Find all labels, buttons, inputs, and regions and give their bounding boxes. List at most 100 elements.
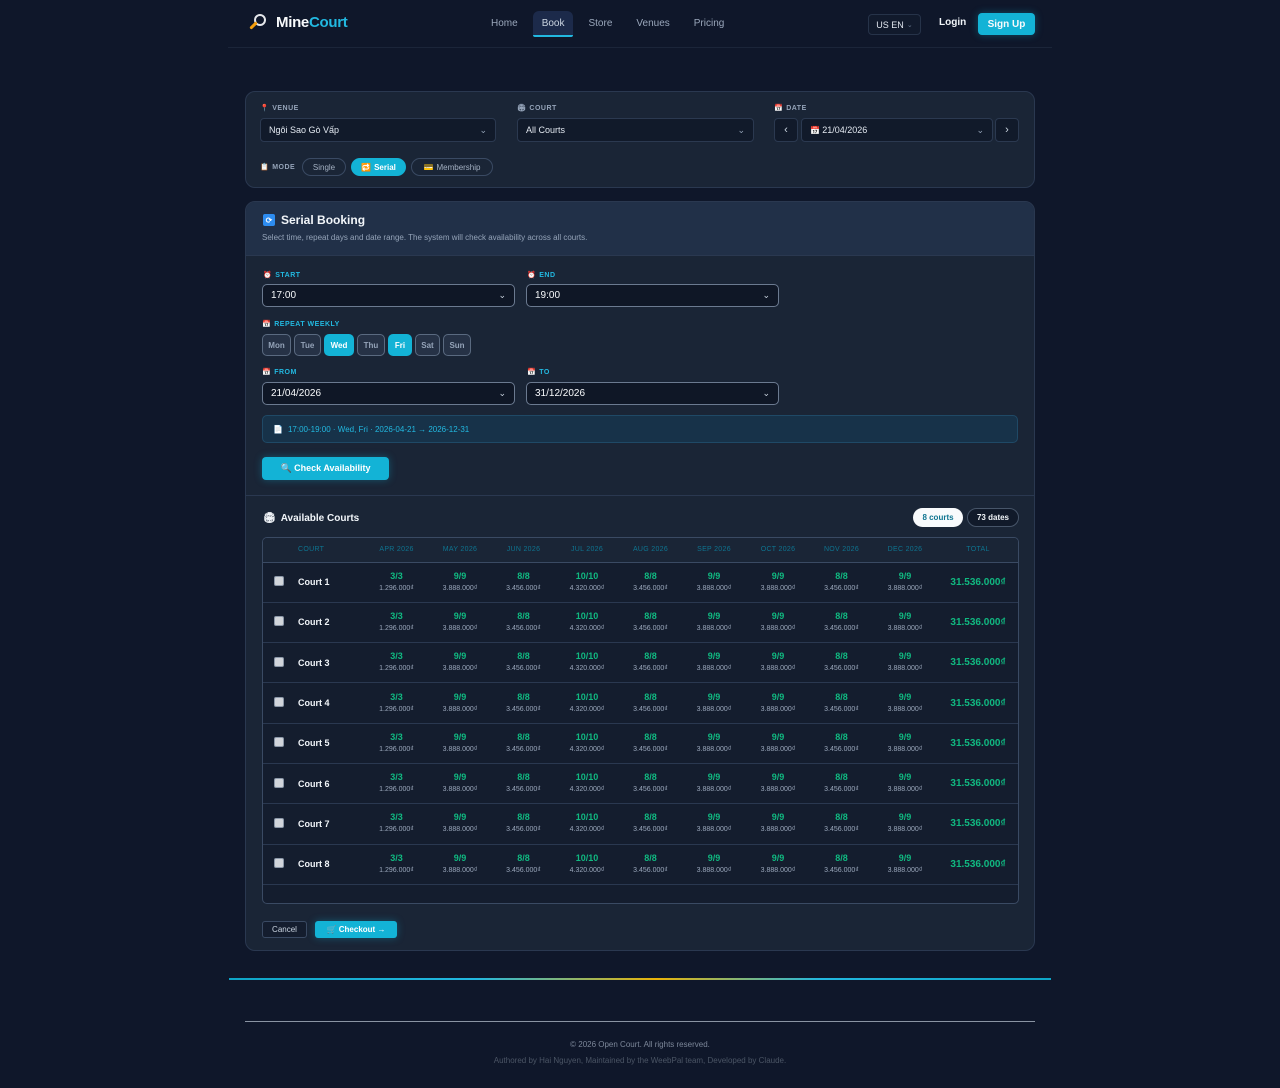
availability-ratio: 9/9 — [898, 651, 912, 662]
to-date-select[interactable]: 31/12/2026 ⌄ — [526, 382, 779, 405]
availability-ratio: 9/9 — [453, 691, 467, 702]
stadium-icon: 🏟 — [517, 105, 527, 112]
nav-pricing[interactable]: Pricing — [685, 11, 734, 37]
logo[interactable]: MineCourt — [248, 12, 348, 32]
court-checkbox[interactable] — [274, 697, 284, 708]
availability-ratio: 10/10 — [575, 772, 599, 783]
month-cell: 9/9 3.888.000₫ — [746, 602, 810, 644]
main-nav: Home Book Store Venues Pricing — [482, 11, 733, 37]
month-cell: 8/8 3.456.000₫ — [619, 602, 682, 644]
month-cell: 9/9 3.888.000₫ — [428, 844, 492, 885]
availability-ratio: 10/10 — [575, 812, 599, 823]
availability-ratio: 9/9 — [453, 731, 467, 742]
month-price: 3.888.000₫ — [442, 665, 478, 673]
month-cell: 10/10 4.320.000₫ — [555, 844, 619, 885]
month-cell: 10/10 4.320.000₫ — [555, 562, 619, 603]
start-time-select[interactable]: 17:00 ⌄ — [262, 284, 515, 307]
availability-ratio: 9/9 — [707, 852, 721, 863]
availability-ratio: 10/10 — [575, 610, 599, 621]
month-cell: 9/9 3.888.000₫ — [873, 763, 937, 805]
end-time-select[interactable]: 19:00 ⌄ — [526, 284, 779, 307]
nav-book[interactable]: Book — [532, 11, 574, 37]
day-sun[interactable]: Sun — [443, 334, 471, 356]
day-wed[interactable]: Wed — [324, 334, 354, 356]
month-price: 3.456.000₫ — [633, 584, 668, 592]
month-cell: 9/9 3.888.000₫ — [428, 682, 492, 724]
nav-store[interactable]: Store — [579, 11, 621, 37]
calendar-icon: 📅 — [810, 126, 823, 135]
month-price: 3.888.000₫ — [442, 584, 478, 592]
nav-venues[interactable]: Venues — [627, 11, 678, 37]
checkout-button[interactable]: 🛒 Checkout → — [315, 921, 397, 938]
month-cell: 9/9 3.888.000₫ — [873, 562, 937, 603]
table-row: Court 4 3/3 1.296.000₫ 9/9 3.888.000₫ 8/8 3.45… — [263, 682, 1018, 724]
availability-ratio: 10/10 — [575, 691, 599, 702]
month-price: 3.456.000₫ — [506, 745, 541, 753]
day-tue[interactable]: Tue — [294, 334, 321, 356]
court-checkbox[interactable] — [274, 817, 284, 828]
mode-membership[interactable]: 💳 Membership — [411, 158, 493, 176]
month-price: 3.456.000₫ — [633, 624, 668, 632]
login-link[interactable]: Login — [939, 17, 966, 28]
booking-filter-panel: 📍 VENUE Ngôi Sao Gò Vấp ⌄ 🏟 COURT All Cour… — [245, 91, 1035, 188]
month-cell: 9/9 3.888.000₫ — [682, 682, 746, 724]
mode-single[interactable]: Single — [302, 158, 346, 176]
court-checkbox[interactable] — [274, 777, 284, 788]
table-row: Court 1 3/3 1.296.000₫ 9/9 3.888.000₫ 8/8 3.45… — [263, 562, 1018, 603]
day-sat[interactable]: Sat — [415, 334, 440, 356]
row-select-cell — [263, 602, 295, 644]
stadium-icon: 🏟 — [263, 513, 276, 524]
court-checkbox[interactable] — [274, 858, 284, 869]
month-price: 3.888.000₫ — [696, 745, 732, 753]
court-checkbox[interactable] — [274, 576, 284, 587]
month-price: 3.456.000₫ — [506, 624, 541, 632]
court-checkbox[interactable] — [274, 656, 284, 667]
cancel-button[interactable]: Cancel — [262, 921, 307, 938]
mode-serial[interactable]: 🔁 Serial — [351, 158, 406, 176]
availability-ratio: 9/9 — [453, 812, 467, 823]
check-availability-button[interactable]: 🔍 Check Availability — [262, 457, 389, 480]
footer-copyright: © 2026 Open Court. All rights reserved. — [570, 1040, 710, 1049]
signup-button[interactable]: Sign Up — [978, 13, 1035, 35]
availability-ratio: 9/9 — [771, 610, 785, 621]
court-checkbox[interactable] — [274, 737, 284, 748]
court-select[interactable]: All Courts ⌄ — [517, 118, 754, 142]
language-selector[interactable]: US EN ⌄ — [868, 14, 921, 35]
repeat-icon: ⟳ — [263, 214, 275, 226]
availability-ratio: 9/9 — [771, 772, 785, 783]
date-select[interactable]: 📅 21/04/2026 ⌄ — [801, 118, 993, 142]
month-price: 3.888.000₫ — [442, 786, 478, 794]
availability-ratio: 8/8 — [835, 812, 848, 823]
column-header: COURT — [295, 538, 365, 563]
availability-ratio: 8/8 — [517, 772, 530, 783]
availability-ratio: 9/9 — [707, 772, 721, 783]
column-header: SEP 2026 — [682, 538, 746, 563]
prev-date-button[interactable]: ‹ — [774, 118, 798, 142]
month-cell: 8/8 3.456.000₫ — [492, 803, 555, 845]
availability-ratio: 9/9 — [898, 610, 912, 621]
row-total: 31.536.000₫ — [937, 844, 1018, 885]
month-price: 3.456.000₫ — [824, 786, 859, 794]
end-label: ⏰ END — [527, 271, 556, 280]
month-price: 3.888.000₫ — [887, 745, 923, 753]
from-date-select[interactable]: 21/04/2026 ⌄ — [262, 382, 515, 405]
availability-ratio: 10/10 — [575, 852, 599, 863]
month-price: 3.456.000₫ — [824, 745, 859, 753]
availability-ratio: 9/9 — [771, 852, 785, 863]
month-cell: 8/8 3.456.000₫ — [492, 642, 555, 684]
start-time-value: 17:00 — [271, 290, 297, 301]
month-cell: 9/9 3.888.000₫ — [873, 844, 937, 885]
next-date-button[interactable]: › — [995, 118, 1019, 142]
day-thu[interactable]: Thu — [357, 334, 385, 356]
month-cell: 8/8 3.456.000₫ — [810, 642, 873, 684]
month-cell: 9/9 3.888.000₫ — [746, 562, 810, 603]
month-price: 3.888.000₫ — [760, 584, 796, 592]
day-mon[interactable]: Mon — [262, 334, 291, 356]
court-checkbox[interactable] — [274, 616, 284, 627]
day-fri[interactable]: Fri — [388, 334, 412, 356]
chevron-down-icon: ⌄ — [498, 290, 506, 300]
venue-select[interactable]: Ngôi Sao Gò Vấp ⌄ — [260, 118, 496, 142]
row-select-cell — [263, 763, 295, 805]
booking-summary: 📄 17:00-19:00 · Wed, Fri · 2026-04-21 → … — [262, 415, 1018, 443]
nav-home[interactable]: Home — [482, 11, 527, 37]
